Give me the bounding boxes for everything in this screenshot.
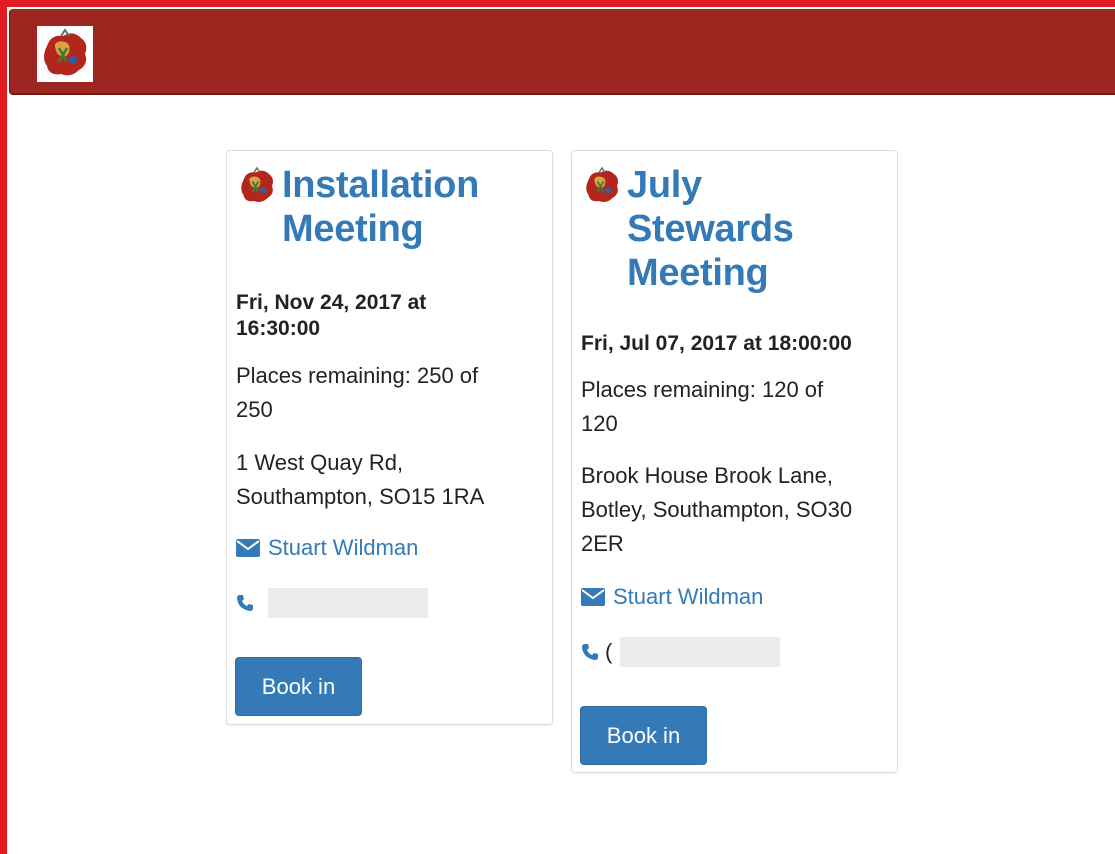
phone-prefix: ( bbox=[605, 639, 613, 664]
event-title-line: Meeting bbox=[627, 252, 769, 294]
phone-icon bbox=[237, 595, 253, 611]
places-remaining-line: Places remaining: 250 of bbox=[236, 363, 479, 388]
lodge-crest-icon bbox=[37, 26, 93, 82]
page-frame bbox=[0, 0, 1115, 854]
event-address-line: 1 West Quay Rd, bbox=[236, 450, 404, 475]
contact-phone: ( bbox=[581, 637, 781, 667]
lodge-crest-icon bbox=[586, 166, 618, 202]
event-title-line: July bbox=[627, 164, 702, 206]
phone-icon bbox=[582, 644, 598, 660]
places-remaining: Places remaining: 250 of 250 bbox=[236, 359, 526, 427]
event-date-line: 16:30:00 bbox=[236, 317, 321, 340]
top-navbar bbox=[9, 9, 1115, 95]
contact-phone bbox=[236, 588, 428, 618]
contact-name: Stuart Wildman bbox=[613, 584, 764, 609]
event-date-line: Fri, Jul 07, 2017 at 18:00:00 bbox=[581, 332, 852, 355]
places-remaining-line: 120 bbox=[581, 411, 618, 436]
event-card: Installation Meeting Fri, Nov 24, 2017 a… bbox=[226, 150, 553, 725]
event-title: July Stewards Meeting bbox=[627, 163, 857, 295]
event-address-line: Southampton, SO15 1RA bbox=[236, 484, 485, 509]
event-address-line: 2ER bbox=[581, 531, 624, 556]
event-address-line: Botley, Southampton, SO30 bbox=[581, 497, 853, 522]
book-in-button[interactable]: Book in bbox=[580, 706, 707, 765]
event-date: Fri, Nov 24, 2017 at 16:30:00 bbox=[236, 290, 536, 342]
envelope-icon bbox=[581, 588, 605, 606]
contact-name: Stuart Wildman bbox=[268, 535, 419, 560]
lodge-crest-icon bbox=[241, 166, 273, 202]
event-date: Fri, Jul 07, 2017 at 18:00:00 bbox=[581, 331, 881, 357]
event-address: Brook House Brook Lane, Botley, Southamp… bbox=[581, 459, 871, 561]
event-title-line: Installation bbox=[282, 164, 479, 206]
event-date-line: Fri, Nov 24, 2017 at bbox=[236, 291, 427, 314]
event-address: 1 West Quay Rd, Southampton, SO15 1RA bbox=[236, 446, 526, 514]
brand-logo-link[interactable] bbox=[37, 26, 93, 82]
book-in-button[interactable]: Book in bbox=[235, 657, 362, 716]
contact-email-link[interactable]: Stuart Wildman bbox=[236, 533, 418, 563]
envelope-icon bbox=[236, 539, 260, 557]
redacted-phone-number bbox=[268, 588, 428, 618]
redacted-phone-number bbox=[620, 637, 781, 667]
places-remaining: Places remaining: 120 of 120 bbox=[581, 373, 871, 441]
places-remaining-line: Places remaining: 120 of bbox=[581, 377, 824, 402]
event-address-line: Brook House Brook Lane, bbox=[581, 463, 833, 488]
contact-email-link[interactable]: Stuart Wildman bbox=[581, 582, 763, 612]
event-title-line: Meeting bbox=[282, 208, 424, 250]
places-remaining-line: 250 bbox=[236, 397, 273, 422]
event-title: Installation Meeting bbox=[282, 163, 512, 251]
event-card: July Stewards Meeting Fri, Jul 07, 2017 … bbox=[571, 150, 898, 773]
event-title-line: Stewards bbox=[627, 208, 794, 250]
